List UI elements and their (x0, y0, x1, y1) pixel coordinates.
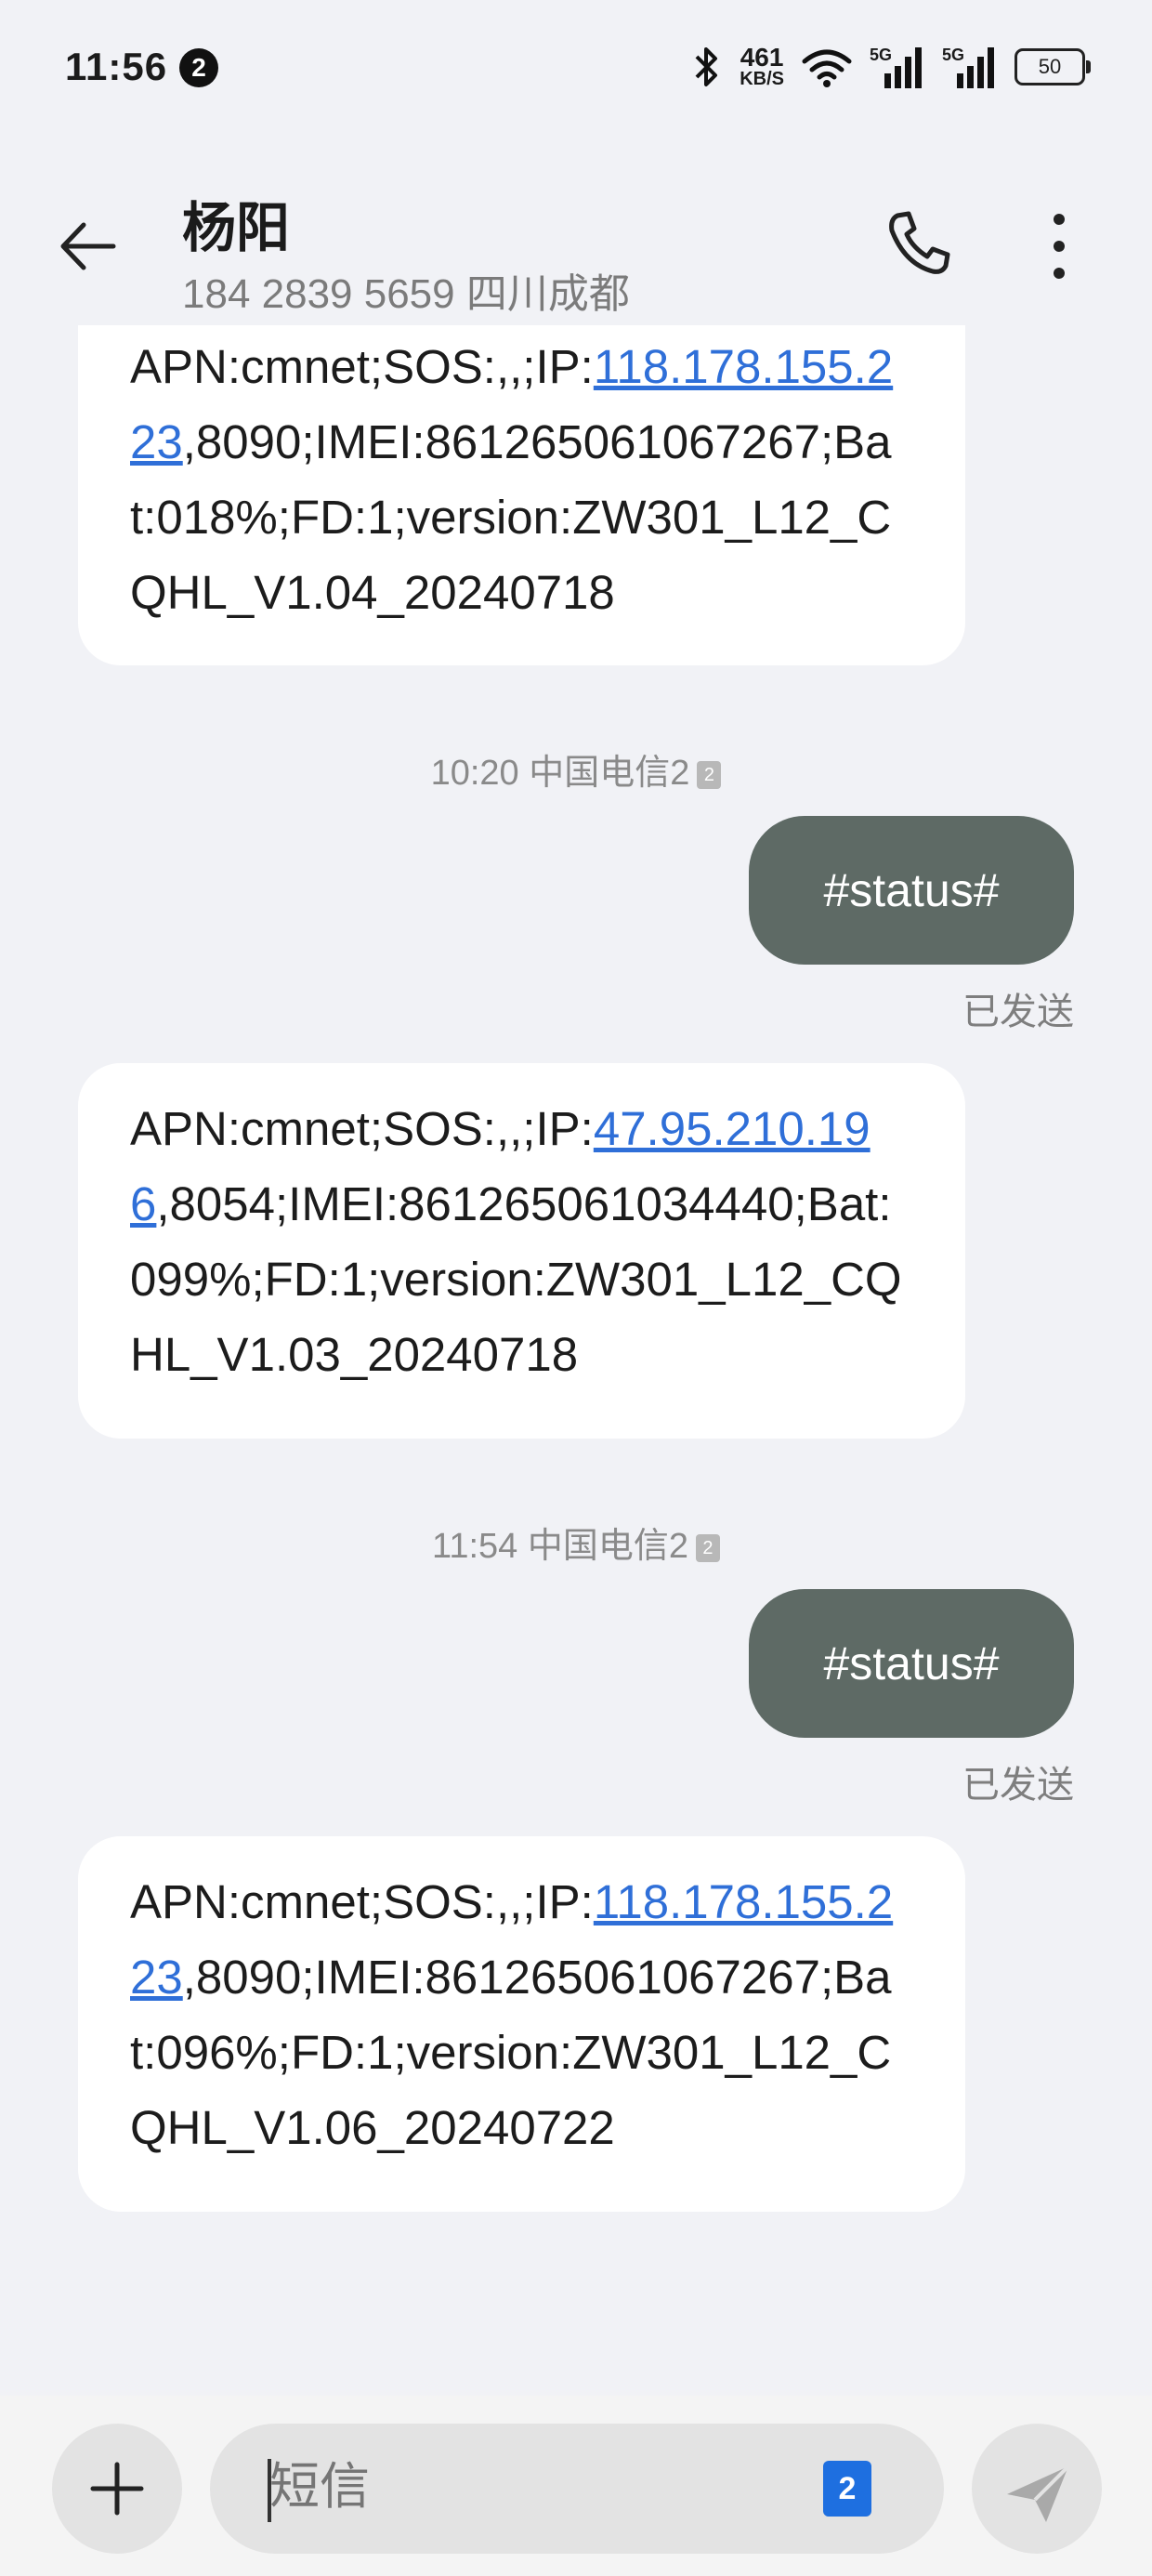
composer-bar: 2 (0, 2396, 1152, 2576)
sim-select-badge[interactable]: 2 (823, 2461, 871, 2517)
status-time: 11:56 (65, 45, 168, 88)
conversation-header: 杨阳 184 2839 5659 四川成都 (0, 139, 1152, 325)
text-cursor (268, 2459, 271, 2522)
plus-icon (90, 2462, 144, 2516)
signal-bars-icon (957, 47, 994, 88)
message-text: ,8090;IMEI:861265061067267;Bat:018%;FD:1… (130, 415, 892, 619)
more-vertical-icon[interactable] (1041, 212, 1078, 281)
incoming-message[interactable]: APN:cmnet;SOS:,,;IP:47.95.210.196,8054;I… (78, 1063, 965, 1439)
network-speed-value: 461 (740, 43, 784, 72)
phone-icon[interactable] (883, 206, 957, 281)
network-speed-unit: KB/S (740, 69, 784, 89)
cellular-signal-2: 5G (942, 46, 998, 88)
timestamp-text: 11:54 中国电信2 (432, 1527, 688, 1566)
message-text: ,8090;IMEI:861265061067267;Bat:096%;FD:1… (130, 1951, 892, 2154)
message-input-box[interactable]: 2 (210, 2424, 944, 2554)
contact-name[interactable]: 杨阳 (182, 184, 290, 262)
signal-bars-icon (884, 47, 922, 88)
add-attachment-button[interactable] (52, 2424, 182, 2554)
message-text: APN:cmnet;SOS:,,;IP: (130, 1102, 594, 1155)
message-timestamp: 11:54 中国电信2 2 (0, 1517, 1152, 1568)
contact-number-location: 184 2839 5659 四川成都 (182, 271, 630, 317)
message-text: ,8054;IMEI:861265061034440;Bat:099%;FD:1… (130, 1177, 902, 1381)
notification-count-badge: 2 (179, 48, 218, 87)
wifi-icon (802, 49, 852, 87)
message-timestamp: 10:20 中国电信2 2 (0, 743, 1152, 795)
back-arrow-icon[interactable] (56, 214, 121, 279)
incoming-message[interactable]: APN:cmnet;SOS:,,;IP:118.178.155.223,8090… (78, 279, 965, 665)
send-icon (1007, 2464, 1070, 2522)
sim-icon: 2 (695, 1533, 720, 1562)
bluetooth-icon (695, 47, 718, 86)
sent-status: 已发送 (962, 992, 1074, 1032)
outgoing-message[interactable]: #status# (749, 816, 1074, 965)
message-text: APN:cmnet;SOS:,,;IP: (130, 340, 594, 393)
sent-status: 已发送 (962, 1765, 1074, 1806)
message-text: APN:cmnet;SOS:,,;IP: (130, 1875, 594, 1928)
send-button[interactable] (972, 2424, 1102, 2554)
timestamp-text: 10:20 中国电信2 (430, 754, 690, 793)
status-icons: 461 KB/S 5G 5G 50 (691, 41, 1091, 93)
outgoing-message[interactable]: #status# (749, 1589, 1074, 1738)
incoming-message[interactable]: APN:cmnet;SOS:,,;IP:118.178.155.223,8090… (78, 1836, 965, 2212)
status-bar: 11:56 2 461 KB/S 5G 5G 50 (0, 0, 1152, 139)
battery-indicator: 50 (1015, 48, 1091, 85)
sim-icon: 2 (697, 760, 722, 789)
message-input[interactable] (268, 2457, 754, 2517)
network-speed: 461 KB/S (740, 43, 784, 89)
cellular-signal-1: 5G (870, 46, 925, 88)
